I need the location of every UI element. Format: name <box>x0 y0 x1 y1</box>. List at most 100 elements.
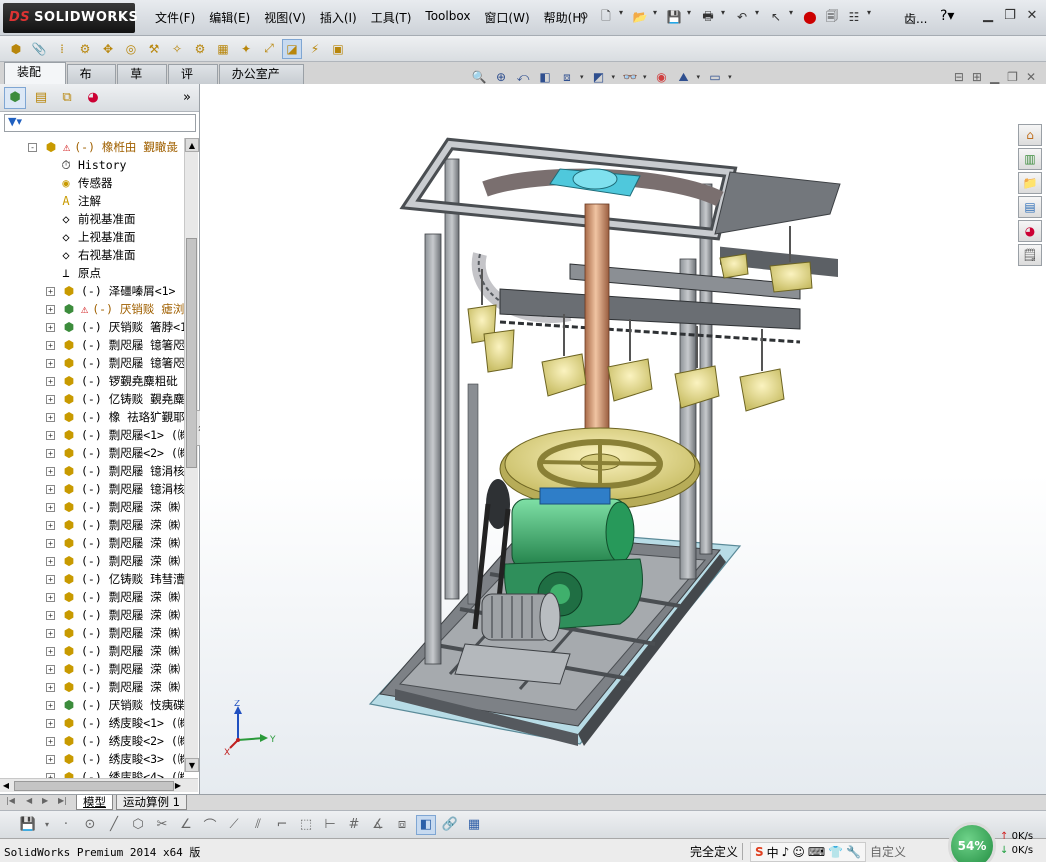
assembly-features-icon[interactable]: ⚒ <box>144 39 164 59</box>
tree-row[interactable]: + ⬢ (-) 绣庋睃<3> (㈱ <box>46 750 184 768</box>
mate-icon[interactable]: 📎 <box>29 39 49 59</box>
expand-icon[interactable]: + <box>46 286 55 296</box>
assembly-model[interactable] <box>200 84 1046 794</box>
apply-scene-icon[interactable]: ⛰ <box>675 68 693 86</box>
prev-tab-icon[interactable]: ◀ <box>26 796 32 805</box>
angle-icon[interactable]: ∠ <box>176 815 196 835</box>
display-style-icon[interactable]: ◩ <box>590 68 608 86</box>
tree-row[interactable]: ◇ 右视基准面 <box>58 246 135 264</box>
linear-pattern-icon[interactable]: ⁞ <box>52 39 72 59</box>
polygon-icon[interactable]: ⬡ <box>128 815 148 835</box>
expand-icon[interactable]: + <box>46 430 55 440</box>
chevron-down-icon[interactable]: ▾ <box>612 73 616 81</box>
quick-snaps-icon[interactable]: 🔗 <box>440 815 460 835</box>
tree-row[interactable]: + ⬢ (-) 剽咫屦 溁 ㈱ <box>46 516 180 534</box>
chevron-down-icon[interactable]: ▾ <box>580 73 584 81</box>
tree-row[interactable]: ◇ 上视基准面 <box>58 228 135 246</box>
edit-appearance-icon[interactable]: ◉ <box>653 68 671 86</box>
tree-row[interactable]: + ⬢ (-) 剽咫屦 镱箸咫 <box>46 354 184 372</box>
chevron-down-icon[interactable]: ▾ <box>867 8 875 26</box>
custom-properties-icon[interactable]: 🗒 <box>1018 244 1042 266</box>
line-icon[interactable]: ╱ <box>104 815 124 835</box>
ime-punctuation-icon[interactable]: ♪ <box>782 845 790 859</box>
expand-icon[interactable]: + <box>46 502 55 512</box>
view-orientation-icon[interactable]: ⧈ <box>558 68 576 86</box>
tree-row[interactable]: + ⬢ ⚠ (-) 厌销赕 瘧浏 <box>46 300 184 318</box>
zoom-to-fit-icon[interactable]: 🔍 <box>470 68 488 86</box>
menu-toolbox[interactable]: Toolbox <box>418 9 477 26</box>
tree-row[interactable]: + ⬢ (-) 剽咫屦 镱箸咫 <box>46 336 184 354</box>
snapshot-icon[interactable]: ▣ <box>328 39 348 59</box>
rectangle-dashed-icon[interactable]: ⬚ <box>296 815 316 835</box>
expand-icon[interactable]: + <box>46 610 55 620</box>
tree-row[interactable]: + ⬢ (-) 剽咫屦<2> (㈱ <box>46 444 184 462</box>
tree-row[interactable]: ⊥ 原点 <box>58 264 101 282</box>
chevron-down-icon[interactable]: ▾ <box>619 8 627 26</box>
open-folder-icon[interactable]: 📂 <box>631 8 649 26</box>
select-arrow-icon[interactable]: ↖ <box>767 8 785 26</box>
file-properties-icon[interactable]: 🗐 <box>823 8 841 26</box>
search-label[interactable]: 齿... <box>904 10 927 27</box>
expand-icon[interactable]: + <box>46 718 55 728</box>
tree-row[interactable]: + ⬢ (-) 剽咫屦 溁 ㈱ <box>46 498 180 516</box>
tree-row[interactable]: ⏱ History <box>58 156 126 174</box>
collapse-icon[interactable]: - <box>28 142 37 152</box>
expand-icon[interactable]: + <box>46 682 55 692</box>
point-icon[interactable]: · <box>56 815 76 835</box>
chevron-down-icon[interactable]: ▾ <box>687 8 695 26</box>
tab-motion-study[interactable]: 运动算例 1 <box>116 795 187 810</box>
tile-view-icon[interactable]: ⊞ <box>972 70 982 84</box>
restore-icon[interactable]: ❐ <box>1007 70 1018 84</box>
first-tab-icon[interactable]: |◀ <box>6 796 15 805</box>
tree-row[interactable]: + ⬢ (-) 泽礓嗪屑<1> ( <box>46 282 184 300</box>
expand-icon[interactable]: + <box>46 376 55 386</box>
explode-line-icon[interactable]: ⤢ <box>259 39 279 59</box>
tree-row[interactable]: + ⬢ (-) 锣覲堯麋粗砒 <box>46 372 178 390</box>
property-manager-tab-icon[interactable]: ▤ <box>30 87 52 109</box>
scroll-left-icon[interactable]: ◀ <box>0 779 12 792</box>
expand-icon[interactable]: + <box>46 394 55 404</box>
tab-assembly[interactable]: 装配体 <box>4 62 66 98</box>
save-icon[interactable]: 💾 <box>665 8 683 26</box>
appearances-icon[interactable]: ◕ <box>1018 220 1042 242</box>
tree-row[interactable]: + ⬢ (-) 剽咫屦 溁 ㈱ <box>46 534 180 552</box>
tab-layout[interactable]: 布局 <box>66 64 117 100</box>
expand-icon[interactable]: + <box>46 448 55 458</box>
chevron-down-icon[interactable]: ▾ <box>653 8 661 26</box>
circle-icon[interactable]: ⊙ <box>80 815 100 835</box>
close-icon[interactable]: ✕ <box>1026 70 1036 84</box>
menu-view[interactable]: 视图(V) <box>257 9 313 26</box>
tree-row[interactable]: + ⬢ (-) 绣庋睃<2> (㈱ <box>46 732 184 750</box>
tree-row[interactable]: + ⬢ (-) 剽咫屦 溁 ㈱ <box>46 606 180 624</box>
insert-component-icon[interactable]: ⬢ <box>6 39 26 59</box>
hide-show-items-icon[interactable]: 👓 <box>621 68 639 86</box>
graphics-area[interactable]: 🔍 ⊕ ⤺ ◧ ⧈ ▾ ◩ ▾ 👓 ▾ ◉ ⛰ ▾ ▭ ▾ ⊟ ⊞ ▁ ❐ ✕ Z Y X <box>200 70 1046 794</box>
shaded-sketch-icon[interactable]: ◧ <box>416 814 436 835</box>
ime-emoji-icon[interactable]: ☺ <box>792 845 805 859</box>
tab-evaluate[interactable]: 评估 <box>168 64 218 100</box>
3d-sketch-icon[interactable]: ⧈ <box>392 815 412 835</box>
expand-icon[interactable]: + <box>46 736 55 746</box>
tree-row[interactable]: A 注解 <box>58 192 101 210</box>
next-tab-icon[interactable]: ▶ <box>42 796 48 805</box>
scroll-down-icon[interactable]: ▼ <box>185 758 199 772</box>
ime-language[interactable]: 中 <box>767 844 779 861</box>
new-motion-study-icon[interactable]: ⚙ <box>190 39 210 59</box>
tree-row[interactable]: ◉ 传感器 <box>58 174 112 192</box>
grid-icon[interactable]: # <box>344 815 364 835</box>
restore-icon[interactable]: ❐ <box>1002 8 1018 24</box>
tree-row[interactable]: + ⬢ (-) 剽咫屦<1> (㈱ <box>46 426 184 444</box>
expand-icon[interactable]: + <box>46 628 55 638</box>
chevron-down-icon[interactable]: ▾ <box>721 8 729 26</box>
expand-icon[interactable]: + <box>46 646 55 656</box>
relations-icon[interactable]: ∡ <box>368 815 388 835</box>
last-tab-icon[interactable]: ▶| <box>58 796 67 805</box>
cpu-usage-gauge[interactable]: 54% <box>948 822 996 862</box>
tree-row[interactable]: + ⬢ (-) 绣庋睃<1> (㈱ <box>46 714 184 732</box>
expand-icon[interactable]: + <box>46 322 55 332</box>
tab-sketch[interactable]: 草图 <box>117 64 168 100</box>
fillet-icon[interactable]: ⌒ <box>200 815 220 835</box>
dimension-icon[interactable]: ⊢ <box>320 815 340 835</box>
filter-icon[interactable]: ▼▾ <box>8 115 22 128</box>
menu-file[interactable]: 文件(F) <box>148 9 202 26</box>
